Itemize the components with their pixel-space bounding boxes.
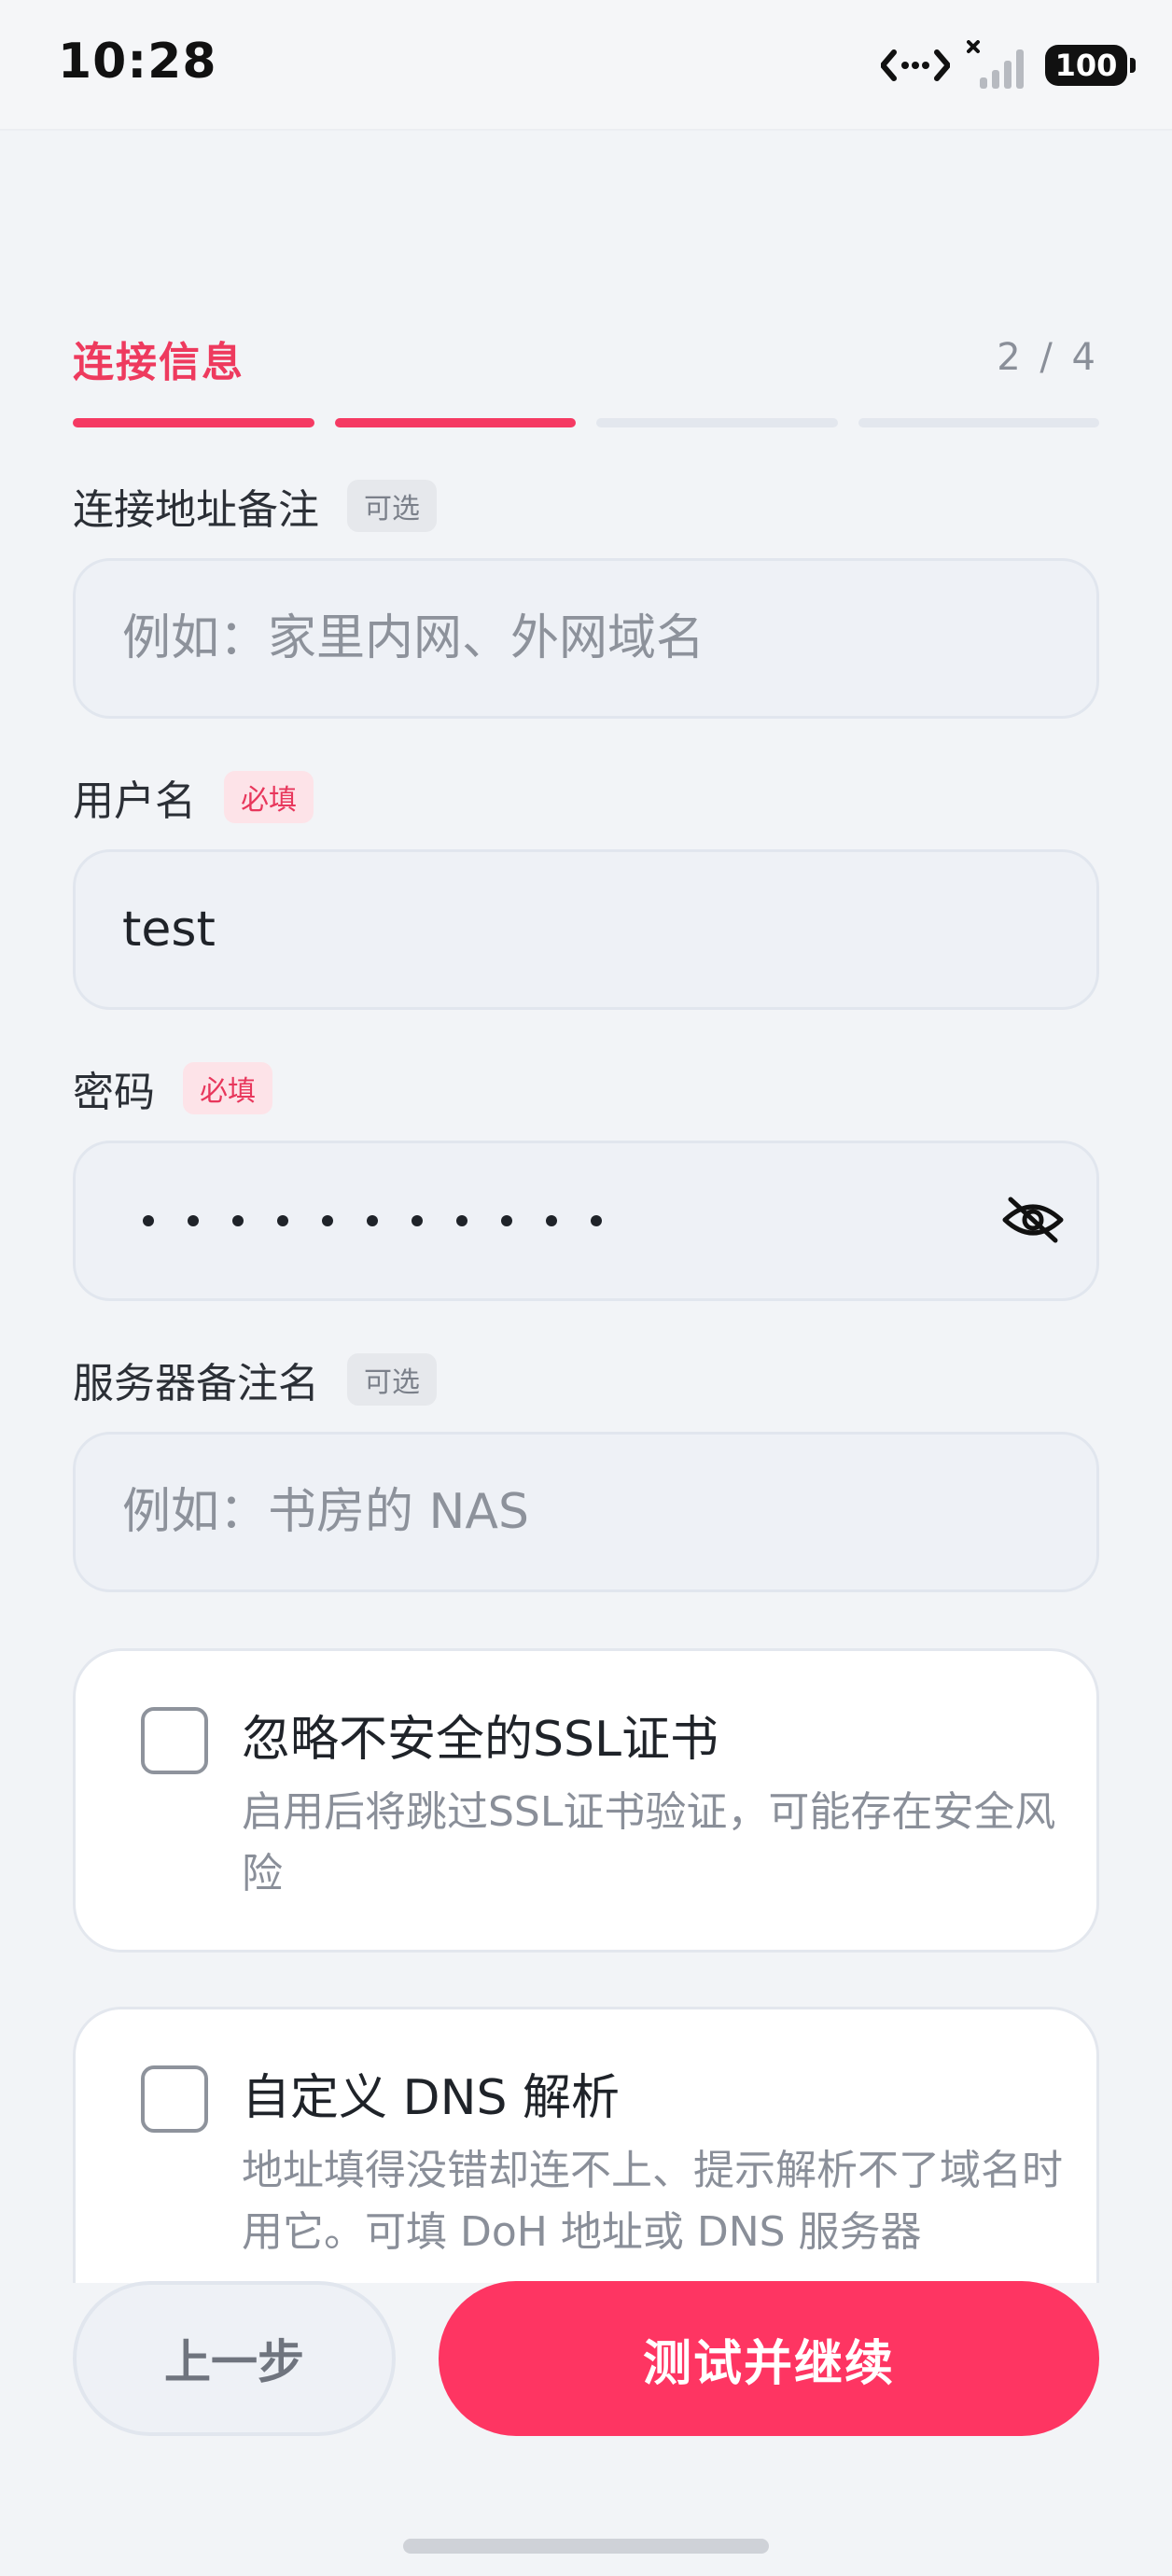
ignore-ssl-title: 忽略不安全的SSL证书 xyxy=(242,1712,719,1768)
username-label-row: 用户名 必填 xyxy=(73,767,314,827)
username-field[interactable] xyxy=(73,849,1099,1010)
address-note-input[interactable] xyxy=(122,610,1050,666)
status-time: 10:28 xyxy=(58,34,217,90)
password-dot xyxy=(501,1215,512,1226)
password-label-row: 密码 必填 xyxy=(73,1058,272,1118)
password-dot xyxy=(143,1215,154,1226)
password-dot xyxy=(232,1215,244,1226)
required-tag: 必填 xyxy=(224,771,314,823)
password-field[interactable] xyxy=(73,1141,1099,1301)
password-label: 密码 xyxy=(73,1069,155,1116)
eye-off-icon[interactable] xyxy=(1001,1194,1065,1246)
ignore-ssl-option[interactable]: 忽略不安全的SSL证书 启用后将跳过SSL证书验证，可能存在安全风险 xyxy=(73,1648,1099,1953)
server-note-field[interactable] xyxy=(73,1432,1099,1592)
password-masked-value[interactable] xyxy=(122,1215,1050,1226)
ignore-ssl-description: 启用后将跳过SSL证书验证，可能存在安全风险 xyxy=(242,1788,1056,1897)
username-input[interactable] xyxy=(122,902,1050,958)
server-note-label: 服务器备注名 xyxy=(73,1360,319,1407)
test-and-continue-button[interactable]: 测试并继续 xyxy=(439,2281,1099,2436)
required-tag: 必填 xyxy=(183,1062,272,1114)
custom-dns-checkbox[interactable] xyxy=(141,2065,208,2133)
address-note-field[interactable] xyxy=(73,558,1099,719)
scroll-clip: 自定义 DNS 解析 地址填得没错却连不上、提示解析不了域名时用它。可填 DoH… xyxy=(0,2007,1172,2283)
ignore-ssl-checkbox[interactable] xyxy=(141,1707,208,1774)
custom-dns-description: 地址填得没错却连不上、提示解析不了域名时用它。可填 DoH 地址或 DNS 服务… xyxy=(242,2147,1063,2256)
password-dot xyxy=(591,1215,602,1226)
password-dot xyxy=(456,1215,467,1226)
signal-icon xyxy=(967,40,1024,89)
step-progress-segment xyxy=(858,418,1099,427)
data-transfer-icon xyxy=(881,49,950,81)
password-dot xyxy=(546,1215,557,1226)
previous-button[interactable]: 上一步 xyxy=(73,2281,396,2436)
step-title: 连接信息 xyxy=(73,339,244,386)
password-dot xyxy=(412,1215,423,1226)
optional-tag: 可选 xyxy=(347,1353,437,1406)
custom-dns-option[interactable]: 自定义 DNS 解析 地址填得没错却连不上、提示解析不了域名时用它。可填 DoH… xyxy=(73,2007,1099,2283)
step-progress-segment xyxy=(596,418,838,427)
password-dot xyxy=(277,1215,288,1226)
server-note-label-row: 服务器备注名 可选 xyxy=(73,1350,437,1409)
home-indicator[interactable] xyxy=(403,2539,769,2554)
username-label: 用户名 xyxy=(73,777,196,825)
server-note-input[interactable] xyxy=(122,1484,1050,1540)
custom-dns-title: 自定义 DNS 解析 xyxy=(242,2070,621,2126)
battery-icon: 100 xyxy=(1045,45,1136,86)
step-progress-segment xyxy=(73,418,314,427)
address-note-label-row: 连接地址备注 可选 xyxy=(73,476,437,536)
password-dot xyxy=(188,1215,199,1226)
address-note-label: 连接地址备注 xyxy=(73,486,319,534)
status-icons: 100 xyxy=(881,39,1136,91)
password-dot xyxy=(322,1215,333,1226)
password-dot xyxy=(367,1215,378,1226)
optional-tag: 可选 xyxy=(347,480,437,532)
step-progress xyxy=(73,418,1099,427)
step-progress-segment xyxy=(334,418,576,427)
screen: 10:28 100 连接信息 2 / 4 连接地址备注 可选 例如：家里内网、外… xyxy=(0,0,1172,2576)
step-counter: 2 / 4 xyxy=(997,336,1099,379)
status-bar: 10:28 100 xyxy=(0,0,1172,131)
